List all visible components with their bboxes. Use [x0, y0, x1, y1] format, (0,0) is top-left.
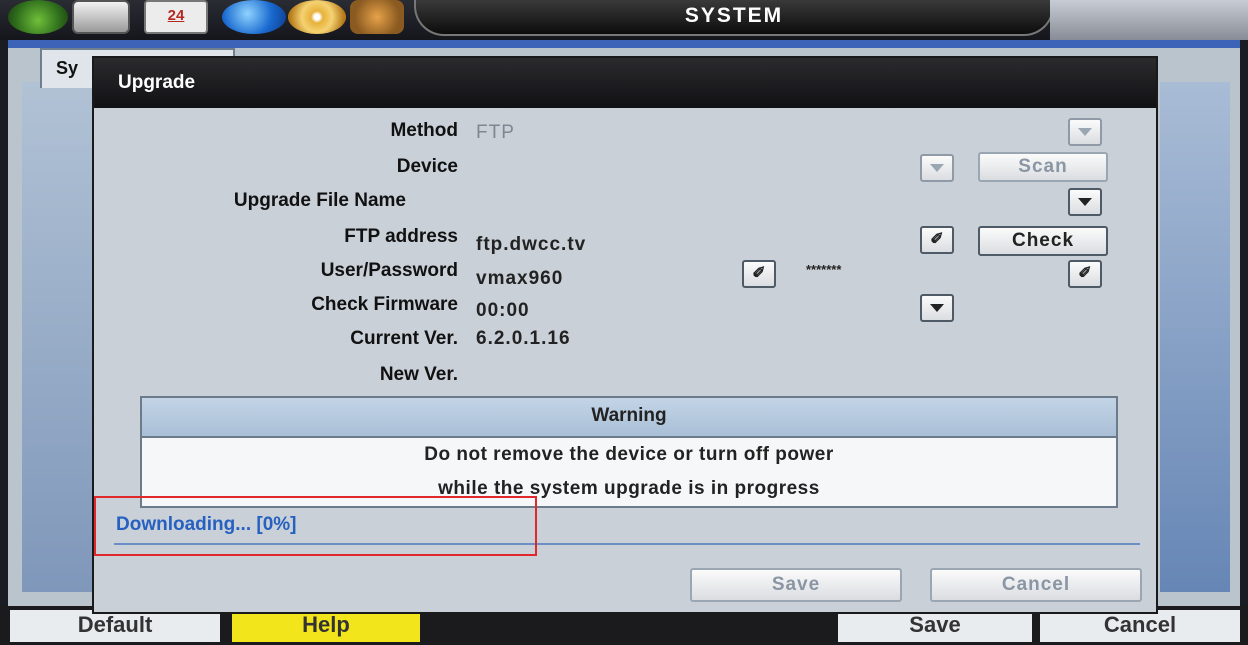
tab-system-label: Sy — [56, 58, 79, 78]
new-version-label: New Ver. — [379, 364, 458, 385]
help-button[interactable]: Help — [232, 610, 420, 642]
panel-icon[interactable] — [72, 0, 130, 34]
chevron-down-icon — [1078, 197, 1092, 206]
cancel-button[interactable]: Cancel — [930, 568, 1142, 602]
dialog-title: Upgrade — [94, 58, 1156, 108]
pencil-icon: ✐ — [1078, 265, 1092, 282]
password-value[interactable]: ******* — [806, 262, 841, 277]
method-value[interactable]: FTP — [476, 122, 515, 144]
file-dropdown-button[interactable] — [1068, 188, 1102, 216]
edit-password-button[interactable]: ✐ — [1068, 260, 1102, 288]
tools-icon[interactable] — [350, 0, 404, 34]
ftp-address-value[interactable]: ftp.dwcc.tv — [476, 234, 586, 256]
warning-title: Warning — [142, 398, 1116, 438]
edit-user-button[interactable]: ✐ — [742, 260, 776, 288]
pencil-icon: ✐ — [930, 231, 944, 248]
pencil-icon: ✐ — [752, 265, 766, 282]
panel-left-edge — [22, 82, 92, 592]
device-label: Device — [396, 156, 458, 177]
chevron-down-icon — [930, 303, 944, 312]
method-label: Method — [390, 120, 458, 141]
default-button[interactable]: Default — [10, 610, 220, 642]
check-firmware-label: Check Firmware — [311, 294, 458, 315]
globe-icon[interactable] — [222, 0, 286, 34]
panel-right-edge — [1160, 82, 1230, 592]
check-button[interactable]: Check — [978, 226, 1108, 256]
warning-box: Warning Do not remove the device or turn… — [140, 396, 1118, 508]
check-firmware-dropdown-button[interactable] — [920, 294, 954, 322]
highlight-annotation — [94, 496, 537, 556]
upgrade-dialog: Upgrade Method FTP Device Scan Upgrade F… — [92, 56, 1158, 614]
current-version-label: Current Ver. — [350, 328, 458, 349]
warning-line-1: Do not remove the device or turn off pow… — [424, 444, 834, 465]
current-version-value: 6.2.0.1.16 — [476, 328, 571, 349]
page-title: SYSTEM — [414, 0, 1054, 36]
chevron-down-icon — [930, 163, 944, 172]
save-button[interactable]: Save — [690, 568, 902, 602]
chevron-down-icon — [1078, 127, 1092, 136]
upgrade-file-label: Upgrade File Name — [233, 190, 406, 211]
device-dropdown-button[interactable] — [920, 154, 954, 182]
user-value[interactable]: vmax960 — [476, 268, 563, 290]
user-password-label: User/Password — [320, 260, 458, 281]
ftp-address-label: FTP address — [344, 226, 458, 247]
method-dropdown-button[interactable] — [1068, 118, 1102, 146]
bottom-cancel-button[interactable]: Cancel — [1040, 610, 1240, 642]
check-firmware-value[interactable]: 00:00 — [476, 300, 530, 322]
calendar-icon[interactable]: 24 — [144, 0, 208, 34]
bottom-save-button[interactable]: Save — [838, 610, 1032, 642]
edit-ftp-address-button[interactable]: ✐ — [920, 226, 954, 254]
gear-icon[interactable] — [8, 0, 68, 34]
scan-button[interactable]: Scan — [978, 152, 1108, 182]
disc-icon[interactable] — [288, 0, 346, 34]
top-right-area — [1050, 0, 1248, 40]
calendar-label: 24 — [167, 7, 185, 24]
